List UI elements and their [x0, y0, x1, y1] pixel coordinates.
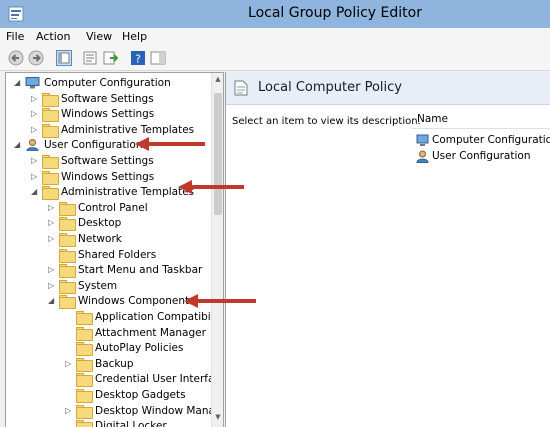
computer-icon	[25, 77, 40, 89]
folder-icon	[76, 326, 93, 341]
folder-icon	[59, 201, 76, 216]
scroll-down-icon[interactable]: ▼	[214, 413, 222, 421]
details-pane: Local Computer Policy Select an item to …	[225, 72, 550, 427]
expand-arrow-icon[interactable]: ▷	[48, 266, 56, 274]
window-title: Local Group Policy Editor	[248, 5, 422, 21]
details-description: Select an item to view its description.	[232, 116, 421, 127]
folder-icon	[76, 311, 93, 325]
name-column-label: Name	[417, 113, 448, 125]
expand-arrow-icon[interactable]: ▷	[48, 219, 56, 227]
folder-icon	[76, 404, 93, 419]
tree-item-label: User Configuration	[44, 139, 143, 152]
arrow-to-user-configuration	[135, 137, 205, 151]
properties-icon[interactable]	[82, 50, 98, 66]
folder-icon	[42, 108, 59, 123]
tree-item-label: Credential User Interface	[95, 373, 224, 386]
name-column-header[interactable]: Name	[411, 110, 550, 129]
tree-scrollbar[interactable]: ▲ ▼	[211, 73, 223, 427]
folder-icon	[59, 248, 76, 263]
collapse-arrow-icon[interactable]: ◢	[48, 297, 56, 305]
expand-arrow-icon[interactable]: ▷	[48, 203, 56, 212]
menu-bar: File Action View Help	[0, 28, 550, 46]
folder-icon	[76, 389, 93, 403]
list-item-label: User Configuration	[432, 150, 531, 162]
folder-icon	[42, 170, 59, 185]
folder-icon	[76, 420, 93, 427]
svg-text:?: ?	[135, 53, 141, 66]
computer-icon	[416, 134, 429, 146]
policy-document-icon	[234, 80, 248, 96]
expand-arrow-icon[interactable]: ▷	[65, 406, 73, 415]
folder-icon	[59, 279, 76, 294]
folder-icon	[59, 217, 76, 232]
list-item-label: Computer Configuration	[432, 134, 550, 146]
expand-arrow-icon[interactable]: ▷	[48, 235, 56, 243]
tree-item-label: Attachment Manager	[95, 326, 206, 339]
tree-item-label: System	[78, 279, 118, 292]
collapse-arrow-icon[interactable]: ◢	[31, 188, 39, 196]
export-list-icon[interactable]	[102, 50, 118, 66]
action-pane-icon[interactable]	[150, 50, 166, 66]
folder-icon	[42, 123, 59, 138]
tree-item-label: Windows Components	[78, 295, 195, 308]
folder-icon	[59, 233, 76, 247]
details-header: Local Computer Policy	[226, 72, 550, 105]
folder-icon	[42, 92, 59, 107]
folder-icon	[42, 155, 59, 169]
tree-item-label: Start Menu and Taskbar	[78, 264, 203, 277]
window: Local Group Policy Editor File Action Vi…	[0, 0, 550, 427]
scroll-up-icon[interactable]: ▲	[214, 75, 222, 83]
tree-item-label: Shared Folders	[78, 248, 157, 261]
tree-item-label: Software Settings	[61, 155, 154, 167]
title-bar: Local Group Policy Editor	[0, 0, 550, 29]
expand-arrow-icon[interactable]: ▷	[31, 157, 39, 165]
tree-item-label: Desktop Window Manag	[95, 404, 222, 417]
menu-help[interactable]: Help	[122, 30, 147, 43]
tree-item-label: Windows Settings	[61, 170, 155, 183]
tree-item-label: Software Settings	[61, 92, 154, 105]
scroll-thumb[interactable]	[214, 93, 222, 215]
forward-icon[interactable]	[28, 50, 44, 66]
folder-icon	[59, 264, 76, 279]
collapse-arrow-icon[interactable]: ◢	[14, 79, 22, 87]
help-icon[interactable]: ?	[130, 50, 146, 66]
arrow-to-windows-components	[184, 294, 256, 308]
tree-item-label: Application Compatibili	[95, 311, 217, 323]
folder-icon	[59, 295, 76, 310]
tree-item-label: Control Panel	[78, 201, 148, 214]
toolbar: ?	[0, 46, 550, 71]
expand-arrow-icon[interactable]: ▷	[31, 110, 39, 118]
tree-item-label: AutoPlay Policies	[95, 342, 184, 355]
menu-file[interactable]: File	[6, 30, 24, 43]
details-title: Local Computer Policy	[258, 80, 402, 95]
show-hide-tree-icon[interactable]	[56, 50, 72, 66]
tree-item-label: Administrative Templates	[61, 186, 195, 199]
expand-arrow-icon[interactable]: ▷	[48, 281, 56, 290]
folder-icon	[42, 186, 59, 201]
tree-item-label: Backup	[95, 357, 134, 370]
tree-item-label: Windows Settings	[61, 108, 155, 121]
expand-arrow-icon[interactable]: ▷	[31, 94, 39, 103]
user-icon	[416, 150, 429, 163]
tree-pane[interactable]: ◢ Computer Configuration ▷ Software Setting…	[5, 72, 224, 427]
folder-icon	[76, 373, 93, 388]
folder-icon	[76, 342, 93, 357]
menu-action[interactable]: Action	[36, 30, 70, 43]
user-icon	[25, 139, 40, 152]
expand-arrow-icon[interactable]: ▷	[31, 125, 39, 134]
expand-arrow-icon[interactable]: ▷	[65, 359, 73, 368]
expand-arrow-icon[interactable]: ▷	[31, 172, 39, 181]
back-icon[interactable]	[8, 50, 24, 66]
menu-view[interactable]: View	[86, 30, 112, 43]
folder-icon	[76, 357, 93, 372]
tree-item-label: Network	[78, 233, 122, 245]
tree-item-label: Desktop Gadgets	[95, 389, 186, 401]
arrow-to-administrative-templates	[178, 180, 244, 194]
tree-item-label: Computer Configuration	[44, 77, 171, 89]
tree-item-label: Digital Locker	[95, 420, 167, 427]
collapse-arrow-icon[interactable]: ◢	[14, 141, 22, 149]
tree-item-label: Desktop	[78, 217, 122, 230]
